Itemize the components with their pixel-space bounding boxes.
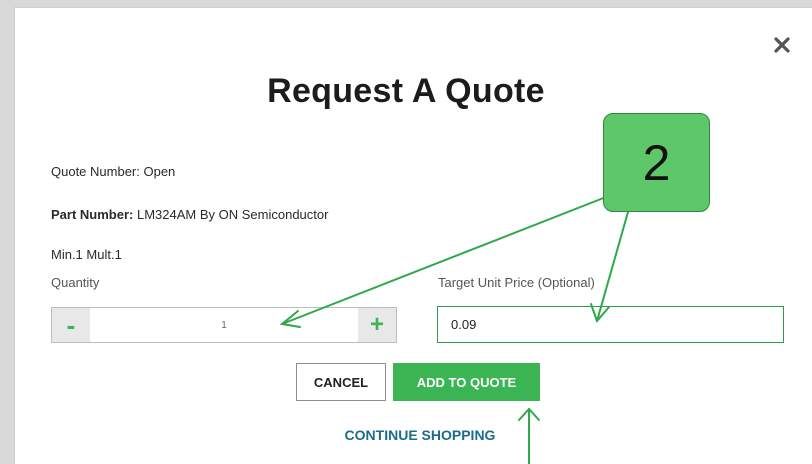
- modal-title: Request A Quote: [267, 72, 545, 110]
- target-price-label: Target Unit Price (Optional): [438, 275, 595, 290]
- part-number: Part Number: LM324AM By ON Semiconductor: [51, 207, 328, 222]
- part-number-label: Part Number:: [51, 207, 134, 222]
- min-mult: Min.1 Mult.1: [51, 247, 122, 262]
- part-number-value: LM324AM By ON Semiconductor: [136, 207, 329, 222]
- quantity-increment-button[interactable]: +: [358, 308, 396, 342]
- quantity-label: Quantity: [51, 275, 100, 290]
- quantity-stepper: - 1 +: [51, 307, 397, 343]
- close-icon[interactable]: [772, 35, 792, 55]
- target-price-input[interactable]: [437, 306, 784, 343]
- add-to-quote-button[interactable]: ADD TO QUOTE: [393, 363, 540, 401]
- step-callout-badge: 2: [603, 113, 710, 212]
- quantity-decrement-button[interactable]: -: [52, 308, 90, 342]
- cancel-button[interactable]: CANCEL: [296, 363, 386, 401]
- quote-number: Quote Number: Open: [51, 164, 176, 179]
- continue-shopping-link[interactable]: CONTINUE SHOPPING: [0, 427, 812, 443]
- quantity-input[interactable]: 1: [90, 308, 358, 342]
